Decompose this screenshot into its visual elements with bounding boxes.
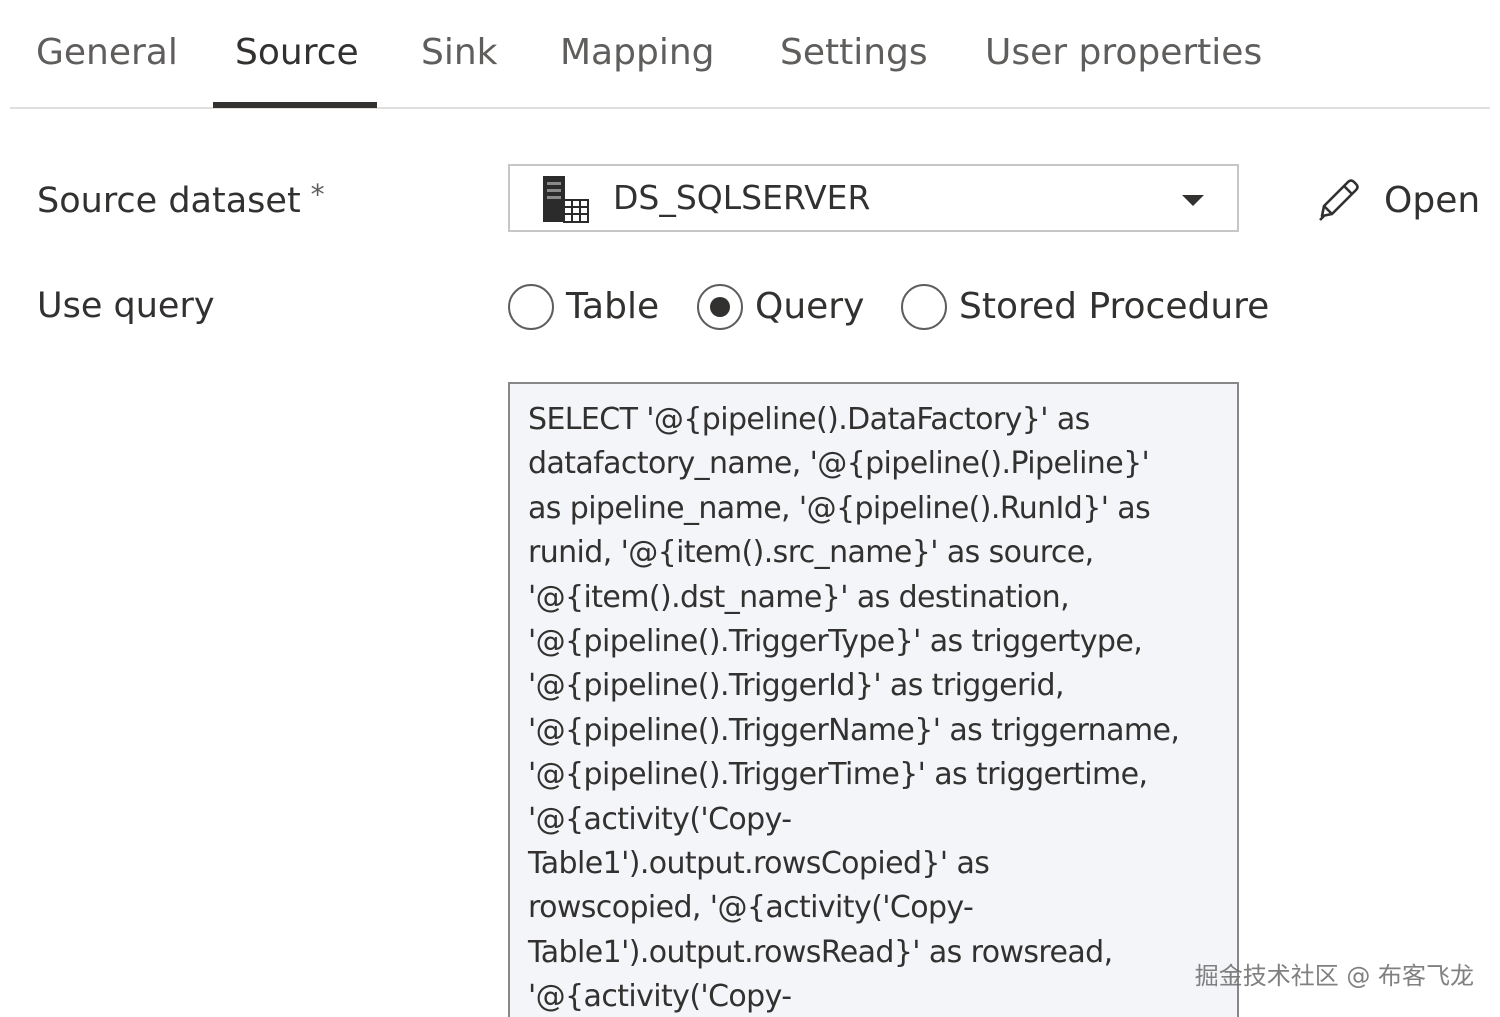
query-line: '@{pipeline().TriggerName}' as triggerna… — [528, 712, 1180, 748]
pencil-icon — [1319, 179, 1359, 221]
query-line: '@{item().dst_name}' as destination, — [528, 579, 1070, 615]
tab-general[interactable]: General — [36, 32, 178, 109]
copy-activity-source-panel: General Source Sink Mapping Settings Use… — [0, 0, 1500, 1017]
query-line: '@{pipeline().TriggerTime}' as triggerti… — [528, 757, 1148, 793]
query-line: rowscopied, '@{activity('Copy- — [528, 890, 974, 926]
chevron-down-icon[interactable] — [1182, 195, 1204, 206]
radio-circle[interactable] — [901, 284, 947, 330]
watermark: 掘金技术社区 @ 布客飞龙 — [1194, 962, 1474, 990]
query-line: '@{activity('Copy- — [528, 979, 792, 1015]
query-text: SELECT '@{pipeline().DataFactory}' as dat… — [528, 398, 1218, 1017]
query-line: runid, '@{item().src_name}' as source, — [528, 535, 1094, 571]
radio-circle-selected[interactable] — [697, 284, 743, 330]
source-dataset-value: DS_SQLSERVER — [613, 178, 871, 217]
open-label: Open — [1384, 180, 1481, 221]
query-line: '@{pipeline().TriggerId}' as triggerid, — [528, 668, 1065, 704]
required-asterisk: * — [310, 178, 325, 211]
radio-label: Table — [566, 286, 660, 327]
query-textarea[interactable]: SELECT '@{pipeline().DataFactory}' as dat… — [508, 382, 1239, 1017]
radio-label: Stored Procedure — [959, 286, 1270, 327]
query-line: '@{pipeline().TriggerType}' as triggerty… — [528, 624, 1143, 660]
radio-selected-dot — [710, 297, 730, 317]
sql-server-dataset-icon — [543, 176, 589, 223]
open-dataset-button[interactable]: Open — [1312, 172, 1482, 228]
tab-sink[interactable]: Sink — [421, 32, 498, 109]
tab-bar: General Source Sink Mapping Settings Use… — [10, 0, 1490, 109]
query-line: Table1').output.rowsRead}' as rowsread, — [528, 934, 1113, 970]
source-dataset-dropdown[interactable]: DS_SQLSERVER — [508, 164, 1239, 232]
source-dataset-label: Source dataset * — [37, 178, 325, 221]
tab-user-properties[interactable]: User properties — [985, 32, 1262, 109]
use-query-label: Use query — [37, 286, 215, 326]
query-line: SELECT '@{pipeline().DataFactory}' as — [528, 402, 1090, 437]
query-line: as pipeline_name, '@{pipeline().RunId}' … — [528, 490, 1151, 526]
tab-source[interactable]: Source — [235, 32, 359, 109]
query-line: Table1').output.rowsCopied}' as — [528, 846, 990, 882]
source-dataset-label-text: Source dataset — [37, 181, 301, 221]
active-tab-indicator — [213, 102, 377, 108]
tab-settings[interactable]: Settings — [780, 32, 928, 109]
tab-mapping[interactable]: Mapping — [560, 32, 715, 109]
radio-label: Query — [755, 286, 865, 327]
query-line: datafactory_name, '@{pipeline().Pipeline… — [528, 446, 1150, 482]
query-line: '@{activity('Copy- — [528, 801, 792, 837]
radio-circle[interactable] — [508, 284, 554, 330]
